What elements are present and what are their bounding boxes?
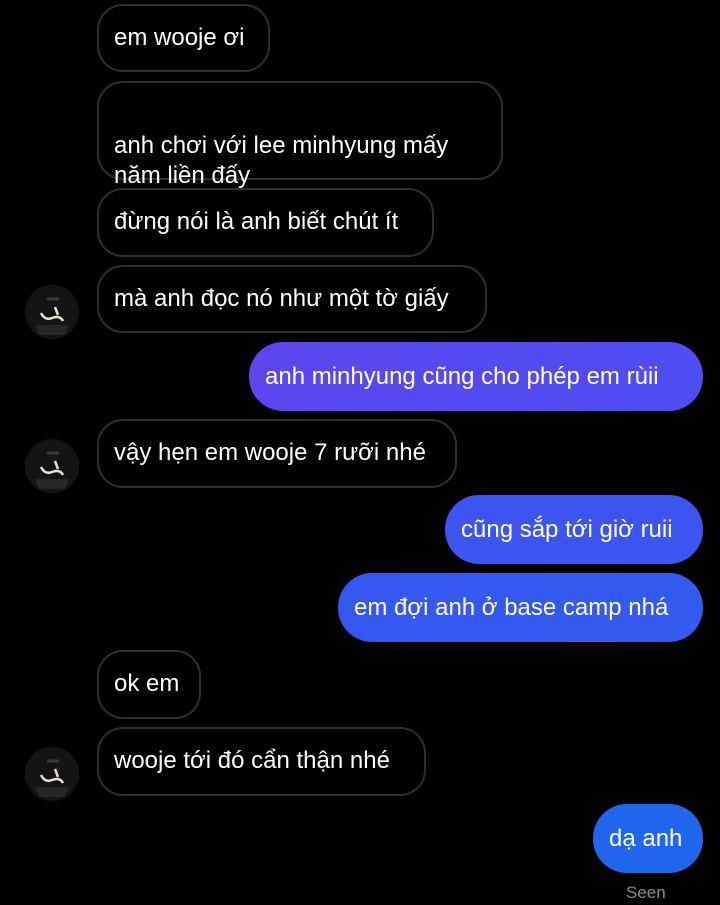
- message-text: anh minhyung cũng cho phép em rùii: [265, 363, 659, 390]
- outgoing-message[interactable]: cũng sắp tới giờ ruii: [445, 495, 703, 564]
- contact-avatar[interactable]: [25, 747, 79, 801]
- incoming-message[interactable]: đừng nói là anh biết chút ít: [97, 188, 434, 257]
- message-text: em wooje ơi: [114, 24, 245, 51]
- incoming-message[interactable]: ok em: [97, 650, 201, 719]
- message-text: dạ anh: [609, 825, 683, 852]
- incoming-message[interactable]: wooje tới đó cẩn thận nhé: [97, 727, 426, 796]
- message-text: vậy hẹn em wooje 7 rưỡi nhé: [114, 439, 426, 466]
- avatar-image: [25, 747, 79, 801]
- incoming-message[interactable]: anh chơi với lee minhyung mấy năm liền đ…: [97, 81, 503, 189]
- contact-avatar[interactable]: [25, 439, 79, 493]
- incoming-message[interactable]: mà anh đọc nó như một tờ giấy: [97, 265, 487, 333]
- message-text: đừng nói là anh biết chút ít: [114, 208, 399, 235]
- seen-status: Seen: [626, 883, 666, 902]
- message-thread: em wooje ơi anh chơi với lee minhyung mấ…: [0, 0, 720, 905]
- message-text: cũng sắp tới giờ ruii: [461, 516, 673, 543]
- message-text: anh chơi với lee minhyung mấy năm liền đ…: [114, 132, 449, 189]
- incoming-message[interactable]: vậy hẹn em wooje 7 rưỡi nhé: [97, 419, 457, 488]
- message-text: em đợi anh ở base camp nhá: [354, 594, 669, 621]
- avatar-image: [25, 439, 79, 493]
- message-text: wooje tới đó cẩn thận nhé: [114, 747, 390, 774]
- outgoing-message[interactable]: anh minhyung cũng cho phép em rùii: [249, 342, 703, 411]
- outgoing-message[interactable]: dạ anh: [593, 804, 703, 873]
- incoming-message[interactable]: em wooje ơi: [97, 4, 270, 72]
- message-text: mà anh đọc nó như một tờ giấy: [114, 285, 449, 312]
- message-text: ok em: [114, 670, 180, 697]
- avatar-image: [25, 285, 79, 339]
- outgoing-message[interactable]: em đợi anh ở base camp nhá: [338, 573, 703, 642]
- contact-avatar[interactable]: [25, 285, 79, 339]
